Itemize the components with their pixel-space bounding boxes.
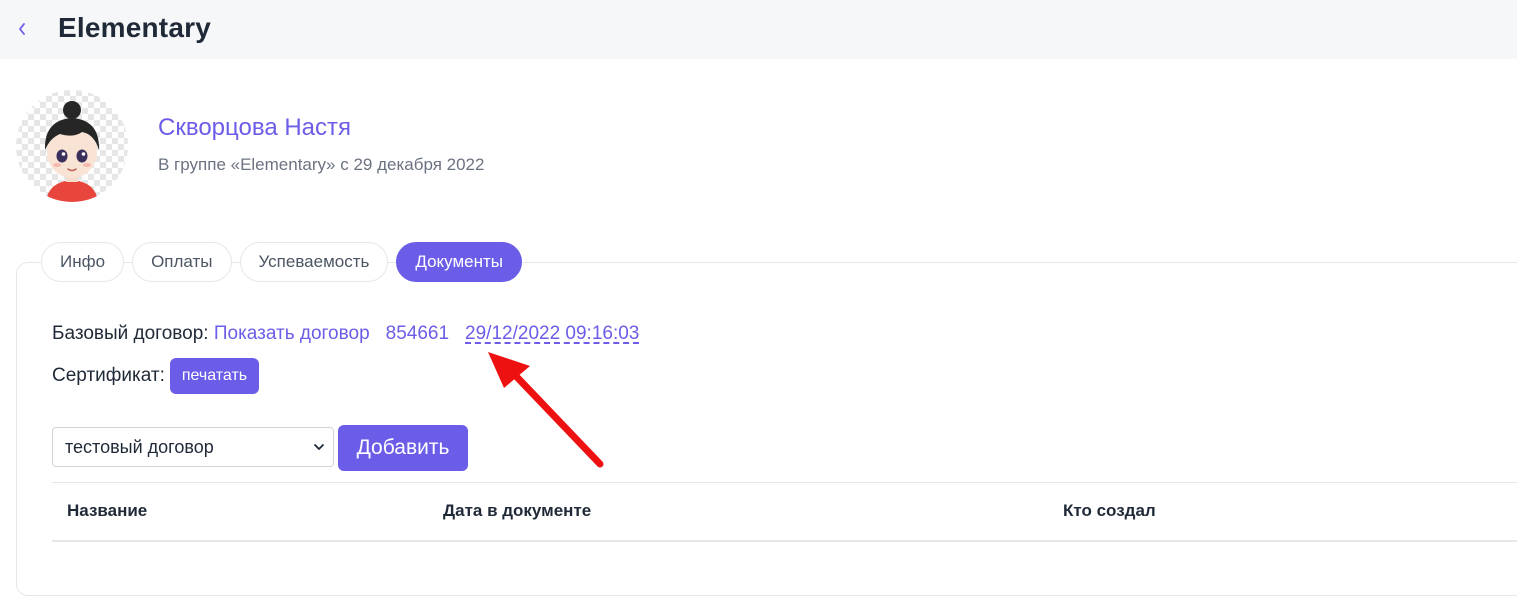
add-document-button[interactable]: Добавить <box>338 425 468 471</box>
tab-payments[interactable]: Оплаты <box>132 242 232 282</box>
avatar <box>16 90 128 202</box>
contract-number: 854661 <box>385 323 450 344</box>
chevron-down-icon <box>314 444 324 450</box>
tab-documents[interactable]: Документы <box>396 242 522 282</box>
group-membership-text: В группе «Elementary» с 29 декабря 2022 <box>158 155 485 174</box>
print-certificate-button[interactable]: печатать <box>169 358 260 394</box>
tab-bar: Инфо Оплаты Успеваемость Документы <box>41 242 522 282</box>
chevron-left-icon <box>19 23 25 35</box>
contract-datetime-link[interactable]: 29/12/2022 09:16:03 <box>465 323 639 345</box>
back-button[interactable] <box>12 18 32 40</box>
tab-progress[interactable]: Успеваемость <box>239 242 389 282</box>
column-header-created-by: Кто создал <box>1063 501 1156 520</box>
tab-info[interactable]: Инфо <box>41 242 125 282</box>
base-contract-label: Базовый договор: <box>52 323 209 344</box>
show-contract-link[interactable]: Показать договор <box>214 323 370 345</box>
contract-template-select[interactable]: тестовый договор <box>52 427 334 467</box>
top-bar: Elementary <box>0 0 1517 59</box>
student-name-link[interactable]: Скворцова Настя <box>158 114 351 142</box>
contract-template-value: тестовый договор <box>65 436 214 457</box>
page-title: Elementary <box>58 12 211 43</box>
column-header-name: Название <box>67 501 148 520</box>
column-header-document-date: Дата в документе <box>443 501 592 520</box>
certificate-row: Сертификат: печатать <box>52 358 260 394</box>
certificate-label: Сертификат: <box>52 365 165 386</box>
table-header-divider <box>52 540 1517 542</box>
table-divider <box>52 482 1517 483</box>
base-contract-row: Базовый договор: Показать договор 854661… <box>52 323 639 345</box>
